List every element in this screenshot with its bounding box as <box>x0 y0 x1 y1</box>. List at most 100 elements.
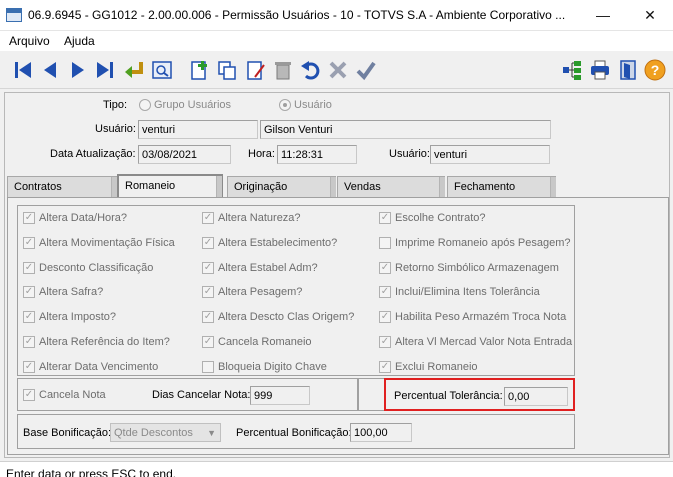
checkbox-box: ✓ <box>379 286 391 298</box>
print-button[interactable] <box>588 58 612 82</box>
check-col3-3[interactable]: ✓ Inclui/Elimina Itens Tolerância <box>379 286 540 298</box>
last-record-button[interactable] <box>93 58 117 82</box>
usuario-name-field[interactable]: Gilson Venturi <box>260 120 551 139</box>
check-col2-3[interactable]: ✓ Altera Pesagem? <box>202 286 302 298</box>
radio-circle <box>139 99 151 111</box>
goto-button[interactable] <box>122 58 146 82</box>
undo-icon <box>301 61 320 80</box>
check-col1-2[interactable]: ✓ Desconto Classificação <box>23 262 153 274</box>
confirm-button[interactable] <box>354 58 378 82</box>
tipo-label: Tipo: <box>103 99 128 111</box>
search-button[interactable] <box>150 58 174 82</box>
hierarchy-button[interactable] <box>560 58 584 82</box>
first-icon <box>15 62 31 78</box>
dias-cancelar-label: Dias Cancelar Nota: <box>152 389 251 401</box>
edit-icon <box>247 61 265 80</box>
check-col2-0[interactable]: ✓ Altera Natureza? <box>202 212 301 224</box>
app-icon <box>6 8 22 22</box>
check-col3-4[interactable]: ✓ Habilita Peso Armazém Troca Nota <box>379 311 566 323</box>
minimize-button[interactable]: — <box>580 0 626 31</box>
menu-bar: Arquivo Ajuda <box>0 31 673 51</box>
usuario2-label: Usuário: <box>389 148 430 160</box>
menu-arquivo[interactable]: Arquivo <box>9 34 50 48</box>
prev-icon <box>44 62 56 78</box>
check-col1-6[interactable]: ✓ Alterar Data Vencimento <box>23 361 158 373</box>
check-col2-2[interactable]: ✓ Altera Estabel Adm? <box>202 262 318 274</box>
checkbox-box: ✓ <box>202 336 214 348</box>
check-col1-4[interactable]: ✓ Altera Imposto? <box>23 311 116 323</box>
new-button[interactable] <box>187 58 211 82</box>
checkbox-box: ✓ <box>202 311 214 323</box>
usuario-code-field[interactable]: venturi <box>138 120 258 139</box>
cancel-button[interactable] <box>326 58 350 82</box>
checkbox-box: ✓ <box>379 336 391 348</box>
window-title: 06.9.6945 - GG1012 - 2.00.00.006 - Permi… <box>28 8 566 22</box>
checkbox-box: ✓ <box>202 262 214 274</box>
edit-button[interactable] <box>244 58 268 82</box>
checkbox-box: ✓ <box>202 237 214 249</box>
check-col2-5[interactable]: ✓ Cancela Romaneio <box>202 336 312 348</box>
hierarchy-icon <box>563 61 581 80</box>
delete-button[interactable] <box>271 58 295 82</box>
help-button[interactable]: ? <box>643 58 667 82</box>
first-record-button[interactable] <box>11 58 35 82</box>
data-atualizacao-field[interactable]: 03/08/2021 <box>138 145 231 164</box>
exit-door-icon <box>620 60 636 80</box>
percentual-tolerancia-label: Percentual Tolerância: <box>394 390 503 402</box>
check-col3-5[interactable]: ✓ Altera Vl Mercad Valor Nota Entrada <box>379 336 572 348</box>
tab-vendas[interactable]: Vendas <box>337 176 445 198</box>
check-col2-1[interactable]: ✓ Altera Estabelecimento? <box>202 237 337 249</box>
checkbox-box <box>379 237 391 249</box>
copy-icon <box>218 61 236 80</box>
check-col3-0[interactable]: ✓ Escolhe Contrato? <box>379 212 486 224</box>
checkbox-box: ✓ <box>23 262 35 274</box>
next-icon <box>72 62 84 78</box>
help-icon: ? <box>644 59 666 81</box>
status-bar: Enter data or press ESC to end. <box>0 461 673 477</box>
check-cancela-nota[interactable]: ✓ Cancela Nota <box>23 389 106 401</box>
checkbox-box: ✓ <box>379 311 391 323</box>
copy-button[interactable] <box>215 58 239 82</box>
check-col2-6[interactable]: Bloqueia Digito Chave <box>202 361 327 373</box>
tab-fechamento[interactable]: Fechamento <box>447 176 556 198</box>
checkbox-box: ✓ <box>23 237 35 249</box>
radio-grupo-usuarios[interactable]: Grupo Usuários <box>139 99 231 111</box>
radio-usuario[interactable]: Usuário <box>279 99 332 111</box>
title-bar: 06.9.6945 - GG1012 - 2.00.00.006 - Permi… <box>0 0 673 31</box>
check-col3-6[interactable]: ✓ Exclui Romaneio <box>379 361 478 373</box>
usuario-label: Usuário: <box>95 123 136 135</box>
new-document-icon <box>191 61 207 80</box>
cancel-x-icon <box>329 61 347 79</box>
last-icon <box>97 62 113 78</box>
check-col1-0[interactable]: ✓ Altera Data/Hora? <box>23 212 127 224</box>
search-icon <box>152 61 172 79</box>
check-col2-4[interactable]: ✓ Altera Descto Clas Origem? <box>202 311 354 323</box>
undo-button[interactable] <box>298 58 322 82</box>
next-record-button[interactable] <box>66 58 90 82</box>
percentual-tolerancia-field[interactable]: 0,00 <box>504 387 568 406</box>
svg-text:?: ? <box>651 62 660 78</box>
percentual-bonificacao-field[interactable]: 100,00 <box>350 423 412 442</box>
tab-contratos[interactable]: Contratos <box>7 176 117 198</box>
hora-label: Hora: <box>248 148 275 160</box>
checkbox-box: ✓ <box>23 389 35 401</box>
check-col3-2[interactable]: ✓ Retorno Simbólico Armazenagem <box>379 262 559 274</box>
percentual-bonificacao-label: Percentual Bonificação: <box>236 427 352 439</box>
checkbox-box: ✓ <box>202 286 214 298</box>
usuario2-field[interactable]: venturi <box>430 145 550 164</box>
printer-icon <box>591 60 609 80</box>
menu-ajuda[interactable]: Ajuda <box>64 34 95 48</box>
check-col1-3[interactable]: ✓ Altera Safra? <box>23 286 103 298</box>
checkbox-box: ✓ <box>202 212 214 224</box>
exit-button[interactable] <box>616 58 640 82</box>
tab-originacao[interactable]: Originação <box>227 176 336 198</box>
checkbox-box: ✓ <box>23 336 35 348</box>
check-col1-1[interactable]: ✓ Altera Movimentação Física <box>23 237 175 249</box>
check-col1-5[interactable]: ✓ Altera Referência do Item? <box>23 336 170 348</box>
dias-cancelar-field[interactable]: 999 <box>250 386 310 405</box>
hora-field[interactable]: 11:28:31 <box>277 145 357 164</box>
close-button[interactable]: ✕ <box>627 0 673 31</box>
prev-record-button[interactable] <box>38 58 62 82</box>
base-bonificacao-select[interactable]: Qtde Descontos ▼ <box>110 423 221 442</box>
check-col3-1[interactable]: Imprime Romaneio após Pesagem? <box>379 237 570 249</box>
